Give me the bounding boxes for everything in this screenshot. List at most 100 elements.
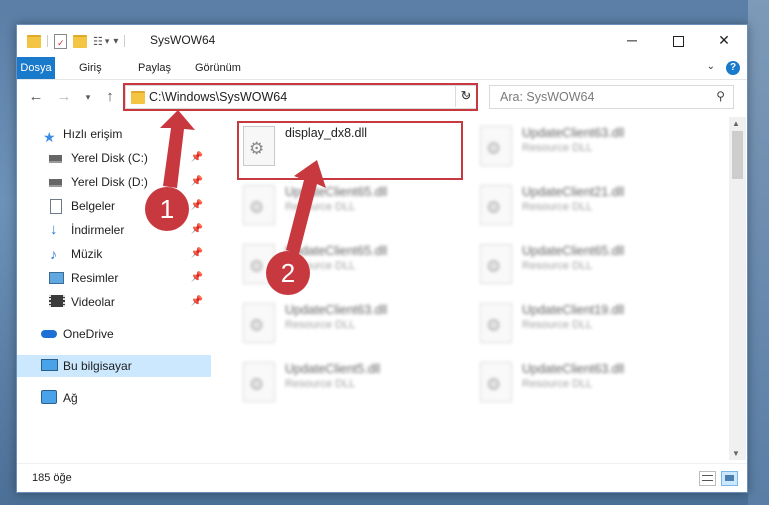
sidebar-item-music[interactable]: ♪ Müzik 📌 (17, 243, 211, 265)
address-bar-highlight (123, 83, 478, 111)
toolbar-overflow-icon[interactable]: ▾ (113, 36, 118, 47)
nav-item-label: OneDrive (63, 327, 114, 341)
up-arrow-icon: ↑ (106, 88, 114, 105)
file-type: Resource DLL (522, 201, 593, 213)
file-item[interactable]: ⚙ UpdateClient5.dll Resource DLL (237, 356, 465, 410)
sidebar-item-local-disk-d[interactable]: Yerel Disk (D:) 📌 (17, 171, 211, 193)
file-name: UpdateClient21.dll (522, 185, 625, 199)
divider (124, 35, 126, 47)
divider (47, 35, 48, 47)
details-view-icon (702, 475, 713, 481)
tab-view[interactable]: Görünüm (195, 57, 241, 79)
gear-icon: ⚙ (249, 257, 265, 276)
scrollbar-thumb[interactable] (732, 131, 743, 179)
close-icon: ✕ (718, 32, 730, 48)
pin-icon[interactable]: 📌 (191, 147, 203, 169)
gear-icon: ⚙ (249, 375, 265, 394)
item-count: 185 öğe (32, 472, 72, 484)
pictures-icon (49, 272, 64, 284)
nav-item-label: Resimler (71, 271, 119, 285)
tab-file[interactable]: Dosya (17, 57, 55, 79)
file-name: UpdateClient5.dll (285, 362, 381, 376)
sidebar-item-onedrive[interactable]: OneDrive (17, 323, 211, 345)
file-explorer-window: ✓ ☷ ▾ ▾ SysWOW64 ─ ✕ Dosya Giriş Paylaş … (16, 24, 748, 493)
scroll-down-icon[interactable]: ▼ (732, 449, 740, 458)
help-icon[interactable]: ? (726, 61, 740, 75)
sidebar-item-network[interactable]: Ağ (17, 387, 211, 409)
forward-button[interactable]: → (55, 88, 73, 105)
dll-file-icon: ⚙ (243, 362, 275, 402)
pin-icon[interactable]: 📌 (191, 243, 203, 265)
expand-ribbon-icon[interactable]: ⌄ (707, 61, 715, 72)
chevron-down-icon: ▾ (85, 92, 91, 102)
file-item[interactable]: ⚙ UpdateClient63.dll Resource DLL (237, 297, 465, 351)
sidebar-item-videos[interactable]: Videolar 📌 (17, 291, 211, 313)
up-button[interactable]: ↑ (101, 88, 119, 105)
navigation-pane: ★ Hızlı erişim Yerel Disk (C:) 📌 Yerel D… (17, 117, 211, 457)
properties-icon[interactable]: ✓ (54, 33, 67, 49)
vertical-scrollbar[interactable]: ▲ ▼ (729, 117, 746, 460)
computer-icon (41, 359, 58, 371)
file-item[interactable]: ⚙ UpdateClient65.dll Resource DLL (474, 238, 702, 292)
file-item[interactable]: ⚙ UpdateClient19.dll Resource DLL (474, 297, 702, 351)
back-button[interactable]: ← (27, 88, 45, 105)
nav-item-label: Yerel Disk (D:) (71, 175, 148, 189)
file-type: Resource DLL (285, 319, 356, 331)
quick-access-toolbar: ✓ ☷ ▾ ▾ (27, 33, 131, 49)
status-bar: 185 öğe (17, 463, 747, 492)
file-type: Resource DLL (285, 378, 356, 390)
nav-item-label: Belgeler (71, 199, 116, 213)
file-type: Resource DLL (522, 378, 593, 390)
search-box[interactable]: Ara: SysWOW64 ⚲ (489, 85, 734, 109)
file-item[interactable]: ⚙ UpdateClient21.dll Resource DLL (474, 179, 702, 233)
nav-item-label: Hızlı erişim (63, 127, 123, 141)
maximize-button[interactable] (655, 25, 701, 56)
pin-icon[interactable]: 📌 (191, 219, 203, 241)
file-item[interactable]: ⚙ UpdateClient63.dll Resource DLL (474, 356, 702, 410)
search-icon[interactable]: ⚲ (716, 89, 725, 103)
file-item[interactable]: ⚙ UpdateClient65.dll Resource DLL (237, 179, 465, 233)
customize-toolbar-icon[interactable]: ☷ (93, 35, 103, 48)
pin-icon[interactable]: 📌 (191, 267, 203, 289)
nav-item-label: Ağ (63, 391, 78, 405)
back-arrow-icon: ← (28, 88, 44, 105)
details-view-button[interactable] (699, 471, 716, 486)
new-folder-icon[interactable] (73, 34, 87, 48)
pin-icon[interactable]: 📌 (191, 291, 203, 313)
desktop-background (748, 0, 769, 505)
dll-file-icon: ⚙ (480, 244, 512, 284)
dll-file-icon: ⚙ (480, 303, 512, 343)
file-highlight (237, 121, 463, 180)
minimize-button[interactable]: ─ (609, 25, 655, 56)
tab-home[interactable]: Giriş (79, 57, 102, 79)
dll-file-icon: ⚙ (243, 185, 275, 225)
gear-icon: ⚙ (486, 375, 502, 394)
sidebar-item-local-disk-c[interactable]: Yerel Disk (C:) 📌 (17, 147, 211, 169)
close-button[interactable]: ✕ (701, 25, 747, 56)
pin-icon[interactable]: 📌 (191, 171, 203, 193)
recent-locations-button[interactable]: ▾ (79, 92, 97, 103)
cloud-icon (41, 330, 57, 338)
music-icon: ♪ (50, 246, 57, 262)
minimize-icon: ─ (627, 32, 637, 48)
documents-icon (50, 199, 62, 214)
file-type: Resource DLL (285, 201, 356, 213)
gear-icon: ⚙ (486, 139, 502, 158)
dll-file-icon: ⚙ (480, 185, 512, 225)
large-icons-view-button[interactable] (721, 471, 738, 486)
gear-icon: ⚙ (249, 316, 265, 335)
toolbar-dropdown-icon[interactable]: ▾ (105, 36, 110, 47)
pin-icon[interactable]: 📌 (191, 195, 203, 217)
file-item[interactable]: ⚙ UpdateClient63.dll Resource DLL (474, 120, 702, 174)
sidebar-item-this-pc[interactable]: Bu bilgisayar (17, 355, 211, 377)
sidebar-item-pictures[interactable]: Resimler 📌 (17, 267, 211, 289)
videos-icon (49, 295, 65, 307)
file-name: UpdateClient19.dll (522, 303, 625, 317)
tab-share[interactable]: Paylaş (138, 57, 171, 79)
scroll-up-icon[interactable]: ▲ (732, 119, 740, 128)
file-name: UpdateClient63.dll (522, 362, 625, 376)
nav-item-label: Yerel Disk (C:) (71, 151, 148, 165)
file-name: UpdateClient65.dll (522, 244, 625, 258)
nav-quick-access[interactable]: ★ Hızlı erişim (17, 123, 211, 145)
search-input[interactable]: Ara: SysWOW64 (500, 90, 594, 104)
